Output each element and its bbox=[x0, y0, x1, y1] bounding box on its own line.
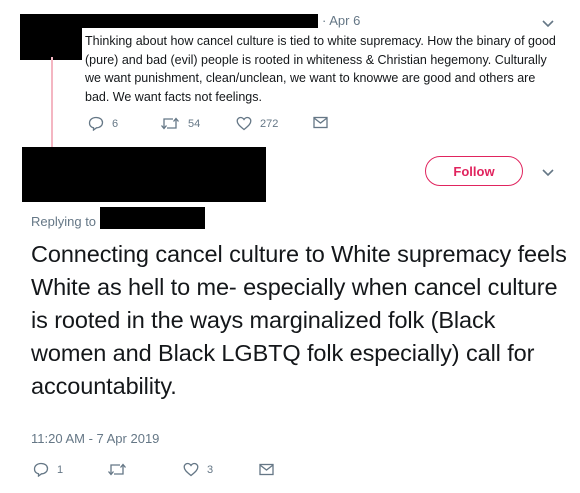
tweet2-like-count: 3 bbox=[207, 463, 214, 476]
tweet1-retweet-button[interactable]: 54 bbox=[160, 116, 200, 131]
retweet-icon bbox=[161, 117, 179, 130]
tweet1-dm-button[interactable] bbox=[313, 116, 328, 129]
tweet2-timestamp[interactable]: 11:20 AM - 7 Apr 2019 bbox=[31, 431, 159, 446]
reply-icon bbox=[88, 116, 104, 131]
tweet2-dm-button[interactable] bbox=[259, 463, 274, 476]
follow-button[interactable]: Follow bbox=[425, 156, 523, 186]
tweet2-like-button[interactable]: 3 bbox=[183, 462, 213, 477]
tweet1-date[interactable]: · Apr 6 bbox=[322, 13, 360, 28]
tweet1-retweet-count: 54 bbox=[188, 117, 201, 130]
thread-line bbox=[51, 57, 53, 149]
tweet1-text: Thinking about how cancel culture is tie… bbox=[85, 34, 556, 104]
retweet-icon bbox=[108, 463, 126, 476]
dm-icon bbox=[259, 463, 274, 476]
chevron-down-icon[interactable] bbox=[541, 168, 555, 178]
tweet1-like-count: 272 bbox=[260, 117, 279, 130]
redacted-username bbox=[22, 14, 318, 28]
tweet1-like-button[interactable]: 272 bbox=[236, 116, 278, 131]
tweet1-reply-count: 6 bbox=[112, 117, 119, 130]
dm-icon bbox=[313, 116, 328, 129]
like-icon bbox=[236, 116, 252, 131]
replying-to-label: Replying to bbox=[31, 214, 97, 229]
tweet2-text: Connecting cancel culture to White supre… bbox=[31, 241, 567, 399]
tweet2-retweet-button[interactable] bbox=[107, 462, 127, 477]
redacted-reply-target[interactable] bbox=[100, 207, 205, 229]
tweet2-reply-count: 1 bbox=[57, 463, 64, 476]
tweet1-reply-button[interactable]: 6 bbox=[88, 116, 118, 131]
like-icon bbox=[183, 462, 199, 477]
reply-icon bbox=[33, 462, 49, 477]
redacted-profile bbox=[22, 147, 266, 202]
tweet2-reply-button[interactable]: 1 bbox=[33, 462, 63, 477]
chevron-down-icon[interactable] bbox=[541, 19, 555, 29]
